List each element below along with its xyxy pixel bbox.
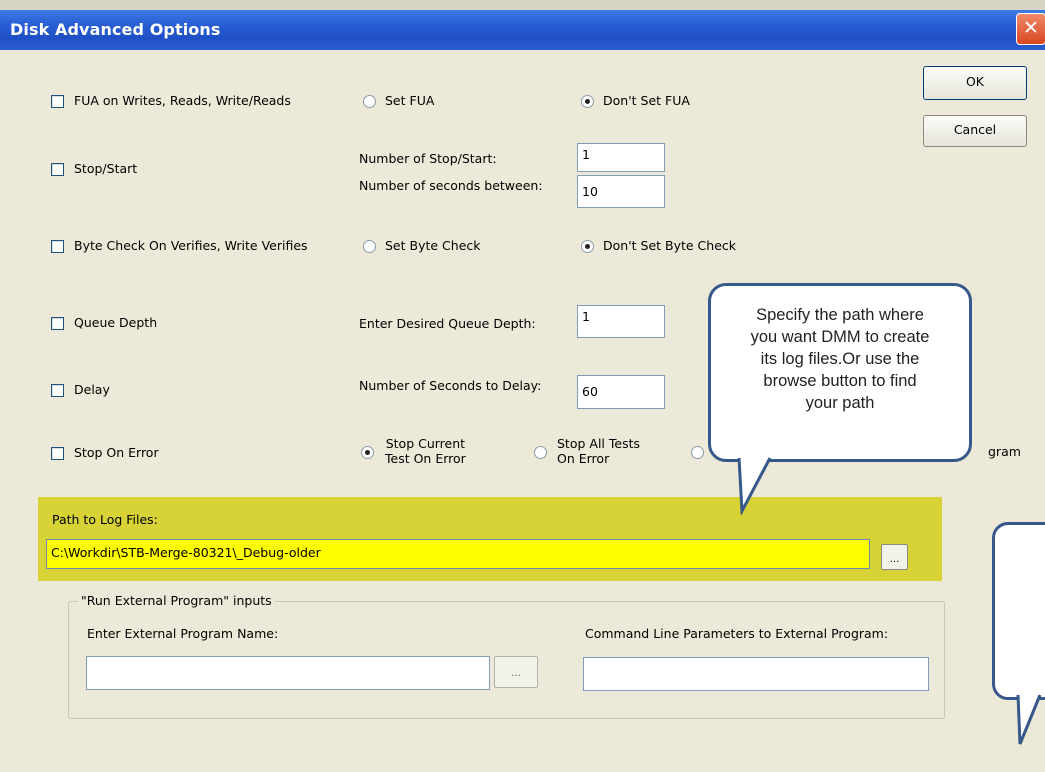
stop-current-test-line2: Test On Error — [385, 451, 466, 466]
stop-current-test-line1: Stop Current — [385, 436, 466, 451]
byte-check-checkbox[interactable] — [51, 240, 64, 253]
stop-on-error-label: Stop On Error — [74, 445, 159, 460]
stop-all-tests-radio[interactable] — [534, 446, 547, 459]
set-fua-label: Set FUA — [385, 93, 435, 108]
external-program-name-label: Enter External Program Name: — [87, 626, 279, 641]
external-program-browse-button[interactable]: ... — [494, 656, 538, 688]
stop-start-checkbox[interactable] — [51, 163, 64, 176]
command-line-params-input[interactable] — [583, 657, 929, 691]
queue-depth-field-label: Enter Desired Queue Depth: — [359, 316, 536, 331]
stop-all-tests-label: Stop All Tests On Error — [557, 436, 640, 466]
queue-depth-checkbox[interactable] — [51, 317, 64, 330]
seconds-between-label: Number of seconds between: — [359, 178, 543, 193]
byte-check-label: Byte Check On Verifies, Write Verifies — [74, 238, 308, 253]
log-path-input[interactable]: C:\Workdir\STB-Merge-80321\_Debug-older — [46, 539, 870, 569]
dont-set-fua-radio[interactable] — [581, 95, 594, 108]
stop-on-error-checkbox[interactable] — [51, 447, 64, 460]
stop-start-count-input[interactable]: 1 — [577, 143, 665, 172]
stop-all-tests-line1: Stop All Tests — [557, 436, 640, 451]
delay-label: Delay — [74, 382, 110, 397]
callout-line-4: browse button to find — [763, 372, 917, 390]
fua-label: FUA on Writes, Reads, Write/Reads — [74, 93, 291, 108]
stop-current-test-label: Stop Current Test On Error — [385, 436, 466, 466]
ok-button[interactable]: OK — [923, 66, 1027, 100]
dont-set-fua-label: Don't Set FUA — [603, 93, 690, 108]
delay-input[interactable]: 60 — [577, 375, 665, 409]
stop-current-test-radio[interactable] — [361, 446, 374, 459]
ignore-error-radio[interactable] — [691, 446, 704, 459]
callout-line-3: its log files.Or use the — [760, 350, 920, 368]
callout-tail — [737, 457, 772, 515]
queue-depth-input[interactable]: 1 — [577, 305, 665, 338]
log-path-browse-button[interactable]: ... — [881, 544, 908, 570]
cancel-button[interactable]: Cancel — [923, 115, 1027, 147]
delay-field-label: Number of Seconds to Delay: — [359, 378, 542, 393]
run-program-label-partial: gram — [988, 444, 1021, 459]
fua-checkbox[interactable] — [51, 95, 64, 108]
external-program-group-label: "Run External Program" inputs — [78, 593, 275, 608]
dont-set-byte-check-label: Don't Set Byte Check — [603, 238, 736, 253]
set-byte-check-radio[interactable] — [363, 240, 376, 253]
secondary-callout — [992, 522, 1045, 700]
window-title: Disk Advanced Options — [10, 20, 221, 39]
callout-line-1: Specify the path where — [756, 306, 924, 324]
set-fua-radio[interactable] — [363, 95, 376, 108]
callout-line-5: your path — [805, 394, 875, 412]
delay-checkbox[interactable] — [51, 384, 64, 397]
seconds-between-input[interactable]: 10 — [577, 175, 665, 208]
external-program-name-input[interactable] — [86, 656, 490, 690]
stop-all-tests-line2: On Error — [557, 451, 610, 466]
close-button[interactable]: ✕ — [1016, 13, 1045, 45]
log-path-callout: Specify the path where you want DMM to c… — [708, 283, 972, 462]
set-byte-check-label: Set Byte Check — [385, 238, 481, 253]
secondary-callout-tail — [1016, 694, 1042, 745]
command-line-params-label: Command Line Parameters to External Prog… — [585, 626, 889, 641]
callout-line-2: you want DMM to create — [750, 328, 930, 346]
stop-start-label: Stop/Start — [74, 161, 138, 176]
stop-start-count-label: Number of Stop/Start: — [359, 151, 497, 166]
queue-depth-label: Queue Depth — [74, 315, 158, 330]
dont-set-byte-check-radio[interactable] — [581, 240, 594, 253]
log-path-label: Path to Log Files: — [52, 512, 158, 527]
